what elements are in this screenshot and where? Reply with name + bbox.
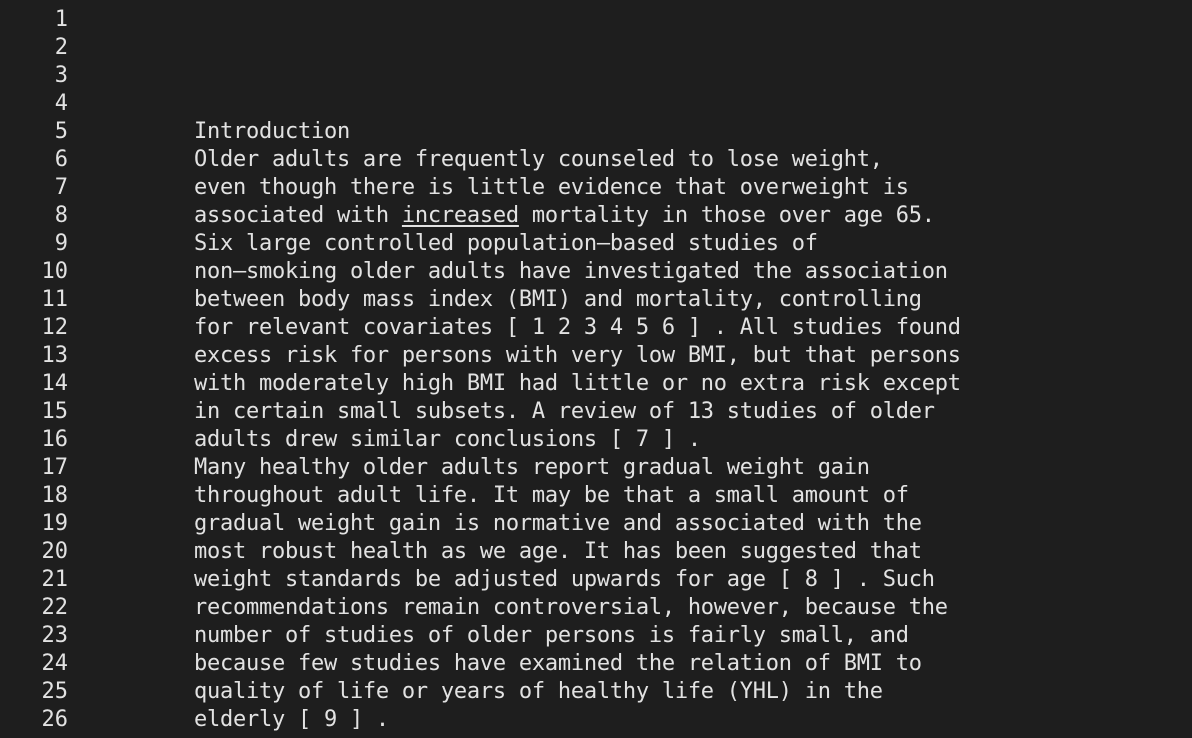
line-text: for relevant covariates [ 1 2 3 4 5 6 ] … — [194, 314, 961, 342]
line-text: Many healthy older adults report gradual… — [194, 454, 870, 482]
line-number: 17 — [41, 455, 69, 480]
line-text-segment: Many healthy older adults report gradual… — [194, 455, 870, 480]
line-text-segment: Six large controlled population–based st… — [194, 231, 818, 256]
line-number: 2 — [54, 35, 68, 60]
line-text: most robust health as we age. It has bee… — [194, 538, 922, 566]
line-text-segment: because few studies have examined the re… — [194, 651, 922, 676]
line-number: 22 — [41, 595, 69, 620]
line-text-segment: recommendations remain controversial, ho… — [194, 595, 948, 620]
line-text: even though there is little evidence tha… — [194, 174, 909, 202]
line-text: throughout adult life. It may be that a … — [194, 482, 909, 510]
line-text-segment: elderly [ 9 ] . — [194, 707, 389, 732]
line-number: 19 — [41, 511, 69, 536]
line-number: 23 — [41, 623, 69, 648]
line-number: 14 — [41, 371, 69, 396]
line-text: quality of life or years of healthy life… — [194, 678, 883, 706]
line-text-segment: gradual weight gain is normative and ass… — [194, 511, 922, 536]
line-number: 1 — [54, 7, 68, 32]
line-text-segment: Introduction — [194, 119, 350, 144]
line-text: weight standards be adjusted upwards for… — [194, 566, 935, 594]
line-text: with moderately high BMI had little or n… — [194, 370, 961, 398]
line-text-segment: excess risk for persons with very low BM… — [194, 343, 961, 368]
line-text-segment: mortality in those over age 65. — [518, 203, 935, 228]
line-text: gradual weight gain is normative and ass… — [194, 510, 922, 538]
line-text: Six large controlled population–based st… — [194, 230, 818, 258]
line-text: non–smoking older adults have investigat… — [194, 258, 948, 286]
line-text: Introduction — [194, 118, 350, 146]
line-text: in certain small subsets. A review of 13… — [194, 398, 935, 426]
line-number: 25 — [41, 679, 69, 704]
line-text: associated with increased mortality in t… — [194, 202, 935, 230]
line-text-segment: number of studies of older persons is fa… — [194, 623, 909, 648]
line-number: 6 — [54, 147, 68, 172]
line-number: 26 — [41, 707, 69, 732]
line-number: 9 — [54, 231, 68, 256]
line-text-segment: adults drew similar conclusions [ 7 ] . — [194, 427, 701, 452]
line-text-segment: with moderately high BMI had little or n… — [194, 371, 961, 396]
line-text-segment: associated with — [194, 203, 402, 228]
line-text-segment: even though there is little evidence tha… — [194, 175, 909, 200]
underlined-word: increased — [401, 203, 519, 228]
line-text-segment: most robust health as we age. It has bee… — [194, 539, 922, 564]
text-editor[interactable]: 1 2 3 4 5 Introduction 6 Older adults are frequ… — [0, 0, 1192, 738]
line-number: 21 — [41, 567, 69, 592]
line-number: 11 — [41, 287, 69, 312]
line-text-segment: quality of life or years of healthy life… — [194, 679, 883, 704]
line-text: elderly [ 9 ] . — [194, 706, 389, 734]
line-text-segment: weight standards be adjusted upwards for… — [194, 567, 935, 592]
line-text-segment: non–smoking older adults have investigat… — [194, 259, 948, 284]
line-text: recommendations remain controversial, ho… — [194, 594, 948, 622]
line-text-segment: between body mass index (BMI) and mortal… — [194, 287, 922, 312]
line-number: 16 — [41, 427, 69, 452]
line-number: 18 — [41, 483, 69, 508]
line-text-segment: for relevant covariates [ 1 2 3 4 5 6 ] … — [194, 315, 961, 340]
line-text: excess risk for persons with very low BM… — [194, 342, 961, 370]
line-text: Older adults are frequently counseled to… — [194, 146, 883, 174]
line-number: 13 — [41, 343, 69, 368]
line-text: adults drew similar conclusions [ 7 ] . — [194, 426, 701, 454]
line-number: 3 — [54, 63, 68, 88]
line-text-segment: Older adults are frequently counseled to… — [194, 147, 883, 172]
line-number: 10 — [41, 259, 69, 284]
line-number: 12 — [41, 315, 69, 340]
line-number: 24 — [41, 651, 69, 676]
line-text-segment: throughout adult life. It may be that a … — [194, 483, 909, 508]
line-number: 15 — [41, 399, 69, 424]
line-text: because few studies have examined the re… — [194, 650, 922, 678]
line-number: 4 — [54, 91, 68, 116]
line-number: 5 — [54, 119, 68, 144]
line-text: number of studies of older persons is fa… — [194, 622, 909, 650]
line-number: 8 — [54, 203, 68, 228]
line-number: 20 — [41, 539, 69, 564]
line-number: 7 — [54, 175, 68, 200]
line-text: between body mass index (BMI) and mortal… — [194, 286, 922, 314]
line-text-segment: in certain small subsets. A review of 13… — [194, 399, 935, 424]
